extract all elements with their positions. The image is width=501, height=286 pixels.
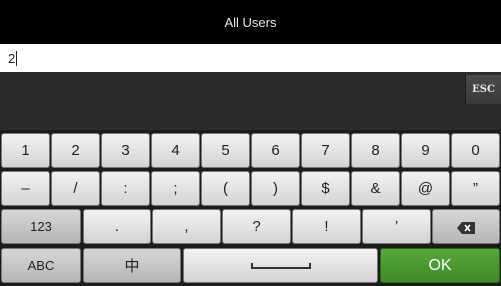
search-input[interactable]: 2 [0, 44, 501, 72]
text-caret [16, 50, 18, 66]
key-chinese-mode[interactable]: 中 [83, 248, 181, 283]
key-5[interactable]: 5 [201, 133, 250, 168]
candidate-bar: ESC [0, 72, 501, 108]
key-9[interactable]: 9 [401, 133, 450, 168]
key-colon[interactable]: : [101, 171, 150, 206]
key-slash[interactable]: / [51, 171, 100, 206]
key-open-paren[interactable]: ( [201, 171, 250, 206]
key-apostrophe[interactable]: ’ [362, 209, 431, 244]
key-quote[interactable]: ” [451, 171, 500, 206]
key-ampersand[interactable]: & [351, 171, 400, 206]
ok-button[interactable]: OK [380, 248, 500, 283]
key-question[interactable]: ? [222, 209, 291, 244]
page-title: All Users [224, 14, 277, 30]
key-comma[interactable]: , [152, 209, 221, 244]
key-semicolon[interactable]: ; [151, 171, 200, 206]
key-2[interactable]: 2 [51, 133, 100, 168]
backspace-icon [457, 221, 475, 234]
space-icon [250, 262, 311, 269]
key-3[interactable]: 3 [101, 133, 150, 168]
title-bar: All Users [0, 0, 501, 44]
key-1[interactable]: 1 [1, 133, 50, 168]
keyboard-gap [0, 108, 501, 130]
key-0[interactable]: 0 [451, 133, 500, 168]
key-at[interactable]: @ [401, 171, 450, 206]
key-abc-mode[interactable]: ABC [1, 248, 81, 283]
key-close-paren[interactable]: ) [251, 171, 300, 206]
search-input-value: 2 [8, 50, 16, 66]
space-bar-key[interactable] [183, 248, 378, 283]
key-4[interactable]: 4 [151, 133, 200, 168]
key-dollar[interactable]: $ [301, 171, 350, 206]
key-123-mode[interactable]: 123 [1, 209, 81, 244]
key-period[interactable]: . [83, 209, 151, 244]
key-dash[interactable]: – [1, 171, 50, 206]
key-8[interactable]: 8 [351, 133, 400, 168]
key-6[interactable]: 6 [251, 133, 300, 168]
esc-button[interactable]: ESC [465, 75, 501, 104]
key-exclamation[interactable]: ! [292, 209, 361, 244]
on-screen-keyboard: 1 2 3 4 5 6 7 8 9 0 – / : ; ( ) $ & @ ” … [0, 130, 501, 286]
backspace-button[interactable] [432, 209, 500, 244]
key-7[interactable]: 7 [301, 133, 350, 168]
